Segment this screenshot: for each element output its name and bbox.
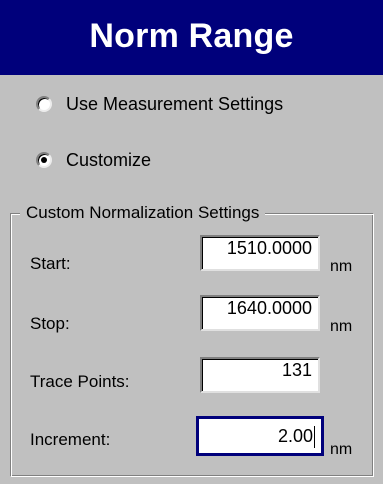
panel-title: Norm Range <box>89 17 294 55</box>
stop-input[interactable]: 1640.0000 <box>200 295 320 331</box>
customize-label[interactable]: Customize <box>66 150 151 171</box>
increment-input[interactable]: 2.00 <box>196 416 324 456</box>
custom-normalization-group-label: Custom Normalization Settings <box>20 203 266 223</box>
use-measurement-settings-option[interactable]: Use Measurement Settings <box>36 92 283 116</box>
radio-selected-dot <box>41 157 47 163</box>
start-label: Start: <box>30 254 71 273</box>
norm-range-panel: Norm Range Use Measurement Settings Cust… <box>0 0 383 484</box>
text-caret <box>314 426 315 449</box>
trace-points-label: Trace Points: <box>30 372 130 391</box>
use-measurement-settings-radio[interactable] <box>36 96 52 112</box>
increment-label: Increment: <box>30 430 111 449</box>
start-unit: nm <box>330 258 353 275</box>
stop-unit: nm <box>330 318 353 335</box>
customize-option[interactable]: Customize <box>36 148 151 172</box>
customize-radio[interactable] <box>36 152 52 168</box>
title-bar: Norm Range <box>0 0 383 75</box>
increment-value: 2.00 <box>277 426 313 446</box>
trace-points-input[interactable]: 131 <box>200 357 320 393</box>
increment-unit: nm <box>330 441 353 458</box>
use-measurement-settings-label[interactable]: Use Measurement Settings <box>66 94 283 115</box>
stop-label: Stop: <box>30 314 70 333</box>
start-input[interactable]: 1510.0000 <box>200 235 320 271</box>
